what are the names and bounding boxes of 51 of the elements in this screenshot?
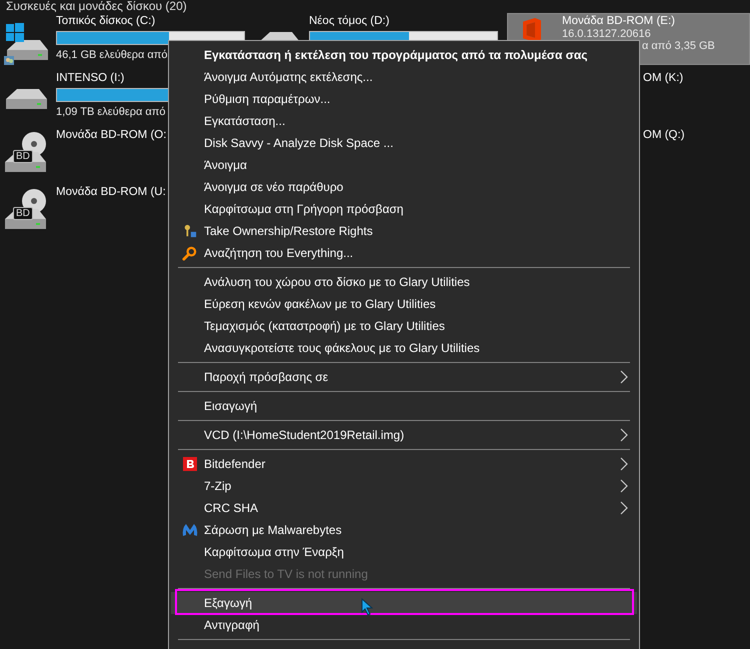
drive-detail: α από 3,35 GB — [641, 40, 715, 52]
menu-item[interactable]: Καρφίτσωμα στη Γρήγορη πρόσβαση — [171, 198, 637, 220]
key-icon — [182, 224, 196, 238]
menu-item[interactable]: Αναζήτηση του Everything... — [171, 242, 637, 264]
chevron-right-icon — [620, 501, 628, 515]
menu-item[interactable]: Ανάλυση του χώρου στο δίσκο με το Glary Utilities — [171, 271, 637, 293]
menu-item[interactable]: Άνοιγμα σε νέο παράθυρο — [171, 176, 637, 198]
drive-name: OM (Q:) — [643, 128, 685, 143]
magnifier-icon — [182, 246, 197, 260]
menu-item[interactable]: Τεμαχισμός (καταστροφή) με το Glary Utilities — [171, 315, 637, 337]
drive-name: Μονάδα BD-ROM (O: — [56, 128, 166, 143]
office-logo-icon — [523, 18, 541, 42]
menu-item[interactable]: VCD (I:\HomeStudent2019Retail.img) — [171, 424, 637, 446]
chevron-right-icon — [620, 479, 628, 493]
drive-name: Μονάδα BD-ROM (E:) — [562, 15, 675, 28]
menu-item[interactable]: Καρφίτσωμα στην Έναρξη — [171, 541, 637, 563]
menu-item[interactable]: Εξαγωγή — [171, 592, 637, 614]
menu-item[interactable]: CRC SHA — [171, 497, 637, 519]
menu-item[interactable]: Take Ownership/Restore Rights — [171, 220, 637, 242]
chevron-right-icon — [620, 370, 628, 384]
section-heading: Συσκευές και μονάδες δίσκου (20) — [5, 0, 188, 13]
drive-name: Τοπικός δίσκος (C:) — [56, 14, 156, 29]
drive-icon — [5, 89, 47, 111]
menu-item[interactable]: Ρύθμιση παραμέτρων... — [171, 88, 637, 110]
menu-item[interactable]: Σάρωση με Malwarebytes — [171, 519, 637, 541]
menu-item[interactable]: Άνοιγμα Αυτόματης εκτέλεσης... — [171, 66, 637, 88]
drive-detail: 46,1 GB ελεύθερα από — [56, 48, 168, 63]
menu-item[interactable]: Άνοιγμα — [171, 154, 637, 176]
wing-logo-icon — [182, 523, 198, 537]
menu-item[interactable]: Bitdefender — [171, 453, 637, 475]
drive-type-label: BD — [13, 207, 33, 220]
letter-b-icon — [182, 457, 196, 471]
drive-detail: 1,09 TB ελεύθερα από — [56, 105, 166, 120]
menu-item[interactable]: Εισαγωγή — [171, 395, 637, 417]
menu-item[interactable]: Παροχή πρόσβασης σε — [171, 366, 637, 388]
drive-type-label: BD — [13, 150, 33, 163]
drive-name: INTENSO (I:) — [56, 71, 124, 86]
drive-detail: 16.0.13127.20616 — [562, 28, 651, 40]
menu-item[interactable]: Εγκατάσταση... — [171, 110, 637, 132]
drive-name: Νέος τόμος (D:) — [309, 14, 390, 29]
menu-item[interactable]: Disk Savvy - Analyze Disk Space ... — [171, 132, 637, 154]
drive-icon — [2, 22, 50, 66]
drive-name: OM (K:) — [643, 71, 684, 86]
chevron-right-icon — [620, 457, 628, 471]
pointer-icon — [361, 598, 373, 616]
drive-name: Μονάδα BD-ROM (U: — [56, 185, 166, 200]
menu-item[interactable]: Ανασυγκροτείστε τους φάκελους με το Glary Utilities — [171, 337, 637, 359]
menu-item[interactable]: Αντιγραφή — [171, 614, 637, 636]
menu-item[interactable]: Εύρεση κενών φακέλων με το Glary Utilities — [171, 293, 637, 315]
chevron-right-icon — [620, 428, 628, 442]
menu-item[interactable]: 7-Zip — [171, 475, 637, 497]
